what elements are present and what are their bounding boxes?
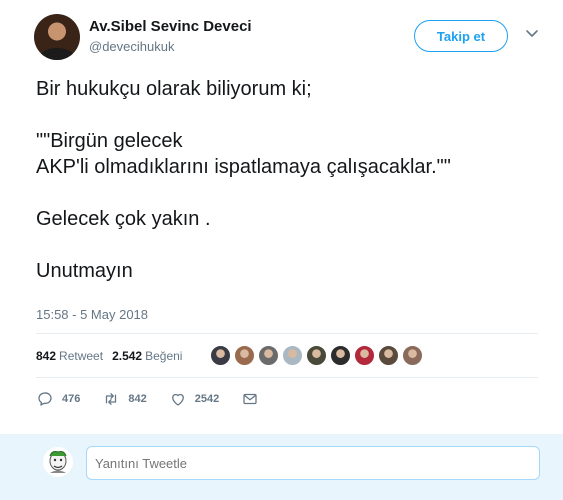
mail-icon [243, 393, 257, 405]
liker-avatar[interactable] [210, 345, 231, 366]
tweet-actions: 476 842 2542 [36, 389, 289, 409]
tweet-line: Bir hukukçu olarak biliyorum ki; [36, 78, 312, 100]
divider [36, 377, 538, 378]
like-label[interactable]: Beğeni [145, 349, 182, 363]
tweet-stats: 842 Retweet 2.542 Beğeni [36, 345, 191, 367]
liker-avatar[interactable] [330, 345, 351, 366]
tweet-line: Unutmayın [36, 260, 133, 282]
follow-button[interactable]: Takip et [414, 20, 508, 52]
retweet-button[interactable]: 842 [102, 390, 147, 408]
tweet-timestamp[interactable]: 15:58 - 5 May 2018 [36, 307, 148, 322]
reply-button[interactable]: 476 [36, 390, 80, 408]
liker-avatar[interactable] [402, 345, 423, 366]
author-name[interactable]: Av.Sibel Sevinc Deveci [89, 18, 252, 35]
retweet-action-count: 842 [128, 393, 147, 405]
dm-button[interactable] [241, 390, 267, 408]
tweet-line: AKP'li olmadıklarını ispatlamaya çalışac… [36, 156, 451, 178]
liker-avatar[interactable] [354, 345, 375, 366]
reply-bar [0, 434, 563, 500]
liker-avatar[interactable] [282, 345, 303, 366]
liker-avatar[interactable] [258, 345, 279, 366]
tweet-line: Gelecek çok yakın . [36, 208, 211, 230]
like-button[interactable]: 2542 [169, 390, 219, 408]
retweet-label[interactable]: Retweet [59, 349, 103, 363]
reply-icon [38, 392, 52, 406]
heart-icon [171, 393, 184, 406]
tweet-line: ""Birgün gelecek [36, 130, 183, 152]
user-avatar-icon[interactable] [42, 446, 74, 478]
like-count[interactable]: 2.542 [112, 349, 142, 363]
liker-avatar[interactable] [306, 345, 327, 366]
tweet-header: Av.Sibel Sevinc Deveci @devecihukuk Taki… [34, 14, 554, 62]
liker-avatars [210, 345, 426, 366]
liker-avatar[interactable] [234, 345, 255, 366]
retweet-icon [106, 393, 117, 405]
divider [36, 333, 538, 334]
author-avatar[interactable] [34, 14, 80, 60]
tweet-text: Bir hukukçu olarak biliyorum ki; ""Birgü… [36, 76, 536, 284]
liker-avatar[interactable] [378, 345, 399, 366]
like-action-count: 2542 [194, 393, 220, 405]
reply-input[interactable] [86, 446, 540, 480]
chevron-down-icon[interactable] [524, 26, 540, 42]
retweet-count[interactable]: 842 [36, 349, 56, 363]
author-handle[interactable]: @devecihukuk [89, 39, 174, 54]
reply-count: 476 [62, 393, 81, 405]
